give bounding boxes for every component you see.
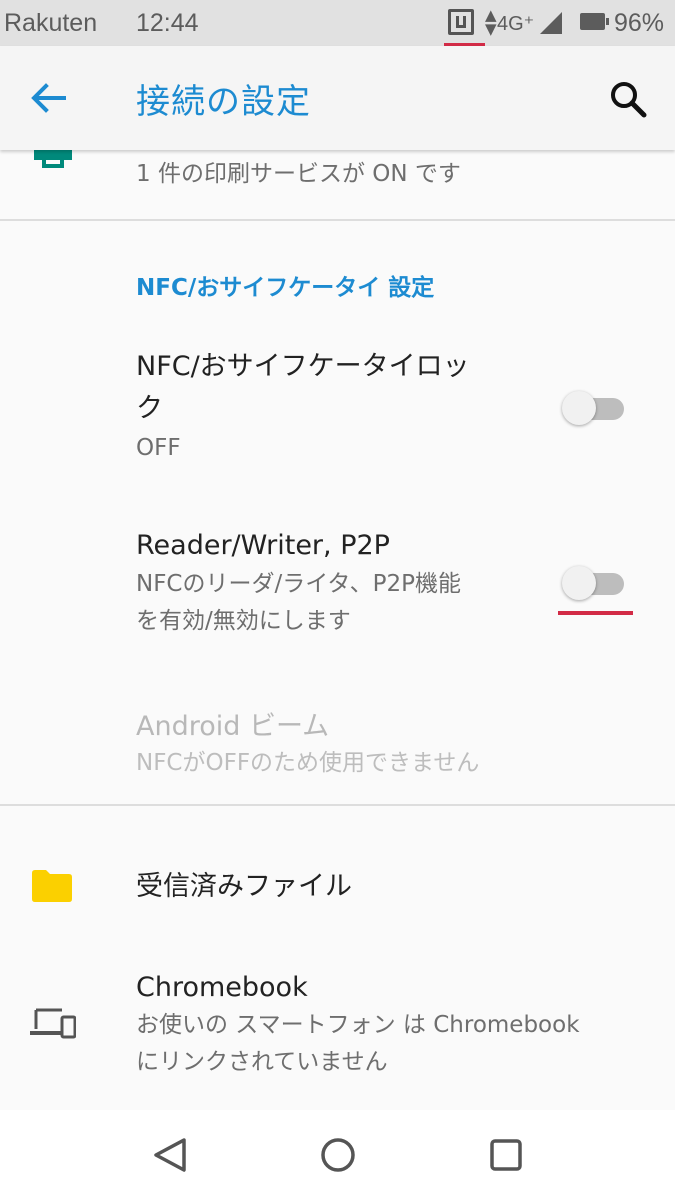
reader-writer-desc-line1: NFCのリーダ/ライタ、P2P機能 xyxy=(136,571,462,597)
devices-icon xyxy=(30,1008,76,1039)
network-type: 4G⁺ xyxy=(497,13,535,35)
chromebook-desc-line2: にリンクされていません xyxy=(136,1049,388,1075)
reader-writer-desc-line2: を有効/無効にします xyxy=(136,608,351,634)
search-icon xyxy=(611,82,647,118)
app-bar: 接続の設定 xyxy=(0,46,675,150)
toggle-thumb xyxy=(562,391,596,425)
chromebook-desc-line1: お使いの スマートフォン は Chromebook xyxy=(136,1012,580,1038)
print-icon xyxy=(34,150,72,168)
nfc-lock-toggle[interactable] xyxy=(562,388,624,425)
nfc-lock-status: OFF xyxy=(136,435,181,461)
nfc-lock-row[interactable]: NFC/おサイフケータイロッ ク OFF xyxy=(0,340,675,470)
toggle-thumb xyxy=(562,566,596,600)
received-files-title: 受信済みファイル xyxy=(136,871,352,902)
search-button[interactable] xyxy=(604,76,652,124)
status-bar: Rakuten 12:44 ▲ ▼ 4G⁺ 96% xyxy=(0,0,675,46)
android-beam-title: Android ビーム xyxy=(136,711,330,742)
divider xyxy=(0,219,675,221)
carrier-name: Rakuten xyxy=(4,9,98,37)
back-button[interactable] xyxy=(24,74,72,122)
android-beam-row: Android ビーム NFCがOFFのため使用できません xyxy=(0,700,675,780)
divider xyxy=(0,804,675,806)
nav-home-button[interactable] xyxy=(313,1130,363,1180)
nfc-lock-title-line2: ク xyxy=(136,393,163,424)
nfc-lock-title-line1: NFC/おサイフケータイロッ xyxy=(136,351,470,382)
reader-writer-row[interactable]: Reader/Writer, P2P NFCのリーダ/ライタ、P2P機能 を有効… xyxy=(0,525,675,645)
reader-writer-toggle[interactable] xyxy=(562,563,624,600)
signal-icon xyxy=(540,12,562,34)
nfc-section-header: NFC/おサイフケータイ 設定 xyxy=(136,275,435,301)
android-beam-desc: NFCがOFFのため使用できません xyxy=(136,750,480,776)
navigation-bar xyxy=(0,1110,675,1200)
received-files-row[interactable]: 受信済みファイル xyxy=(0,850,675,930)
recents-square-icon xyxy=(490,1139,522,1171)
page-title: 接続の設定 xyxy=(136,82,311,122)
battery-icon xyxy=(580,13,609,30)
battery-percent: 96% xyxy=(614,9,665,37)
data-arrows-icon: ▲ ▼ xyxy=(485,6,497,38)
home-circle-icon xyxy=(321,1138,355,1172)
nfc-icon xyxy=(448,9,474,35)
status-clock: 12:44 xyxy=(136,9,199,37)
reader-writer-title: Reader/Writer, P2P xyxy=(136,530,390,561)
chromebook-row[interactable]: Chromebook お使いの スマートフォン は Chromebook にリン… xyxy=(0,965,675,1085)
folder-icon xyxy=(32,870,72,902)
reader-writer-highlight-underline xyxy=(558,611,633,615)
nav-recents-button[interactable] xyxy=(481,1130,531,1180)
back-triangle-icon xyxy=(154,1138,186,1172)
chromebook-title: Chromebook xyxy=(136,972,308,1003)
printing-setting-row[interactable]: 1 件の印刷サービスが ON です xyxy=(0,150,675,220)
nav-back-button[interactable] xyxy=(146,1130,196,1180)
back-arrow-icon xyxy=(31,83,66,113)
printing-subtitle: 1 件の印刷サービスが ON です xyxy=(136,161,461,187)
